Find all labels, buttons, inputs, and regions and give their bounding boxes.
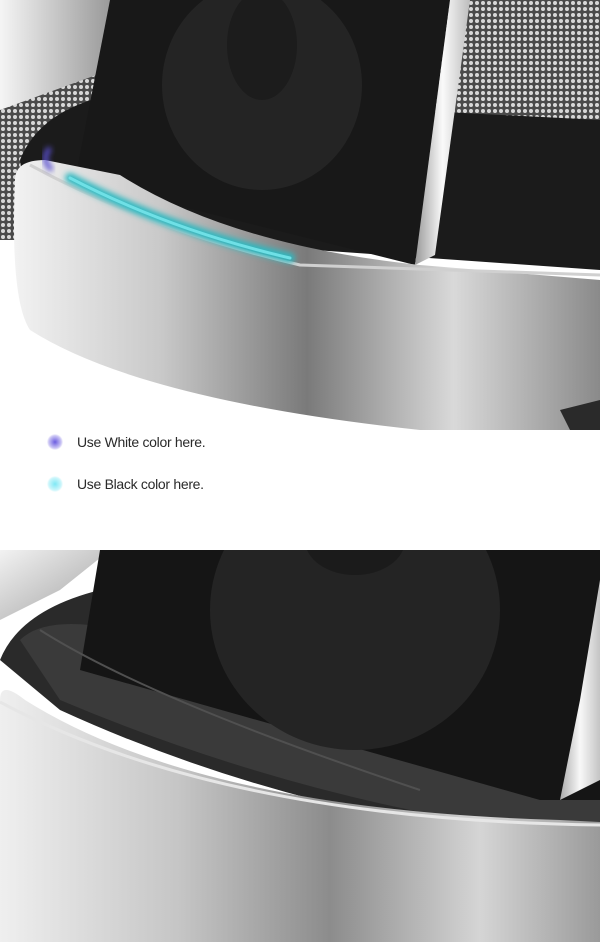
dock-artwork-top (0, 0, 600, 430)
legend-item-white: Use White color here. (47, 430, 206, 454)
color-legend: Use White color here. Use Black color he… (0, 430, 600, 550)
dock-illustration-bottom (0, 550, 600, 942)
purple-dot-icon (47, 434, 63, 450)
legend-item-black: Use Black color here. (47, 472, 204, 496)
dock-artwork-bottom (0, 550, 600, 942)
dock-illustration-top (0, 0, 600, 430)
legend-label-black: Use Black color here. (77, 476, 204, 492)
legend-label-white: Use White color here. (77, 434, 206, 450)
cyan-dot-icon (47, 476, 63, 492)
